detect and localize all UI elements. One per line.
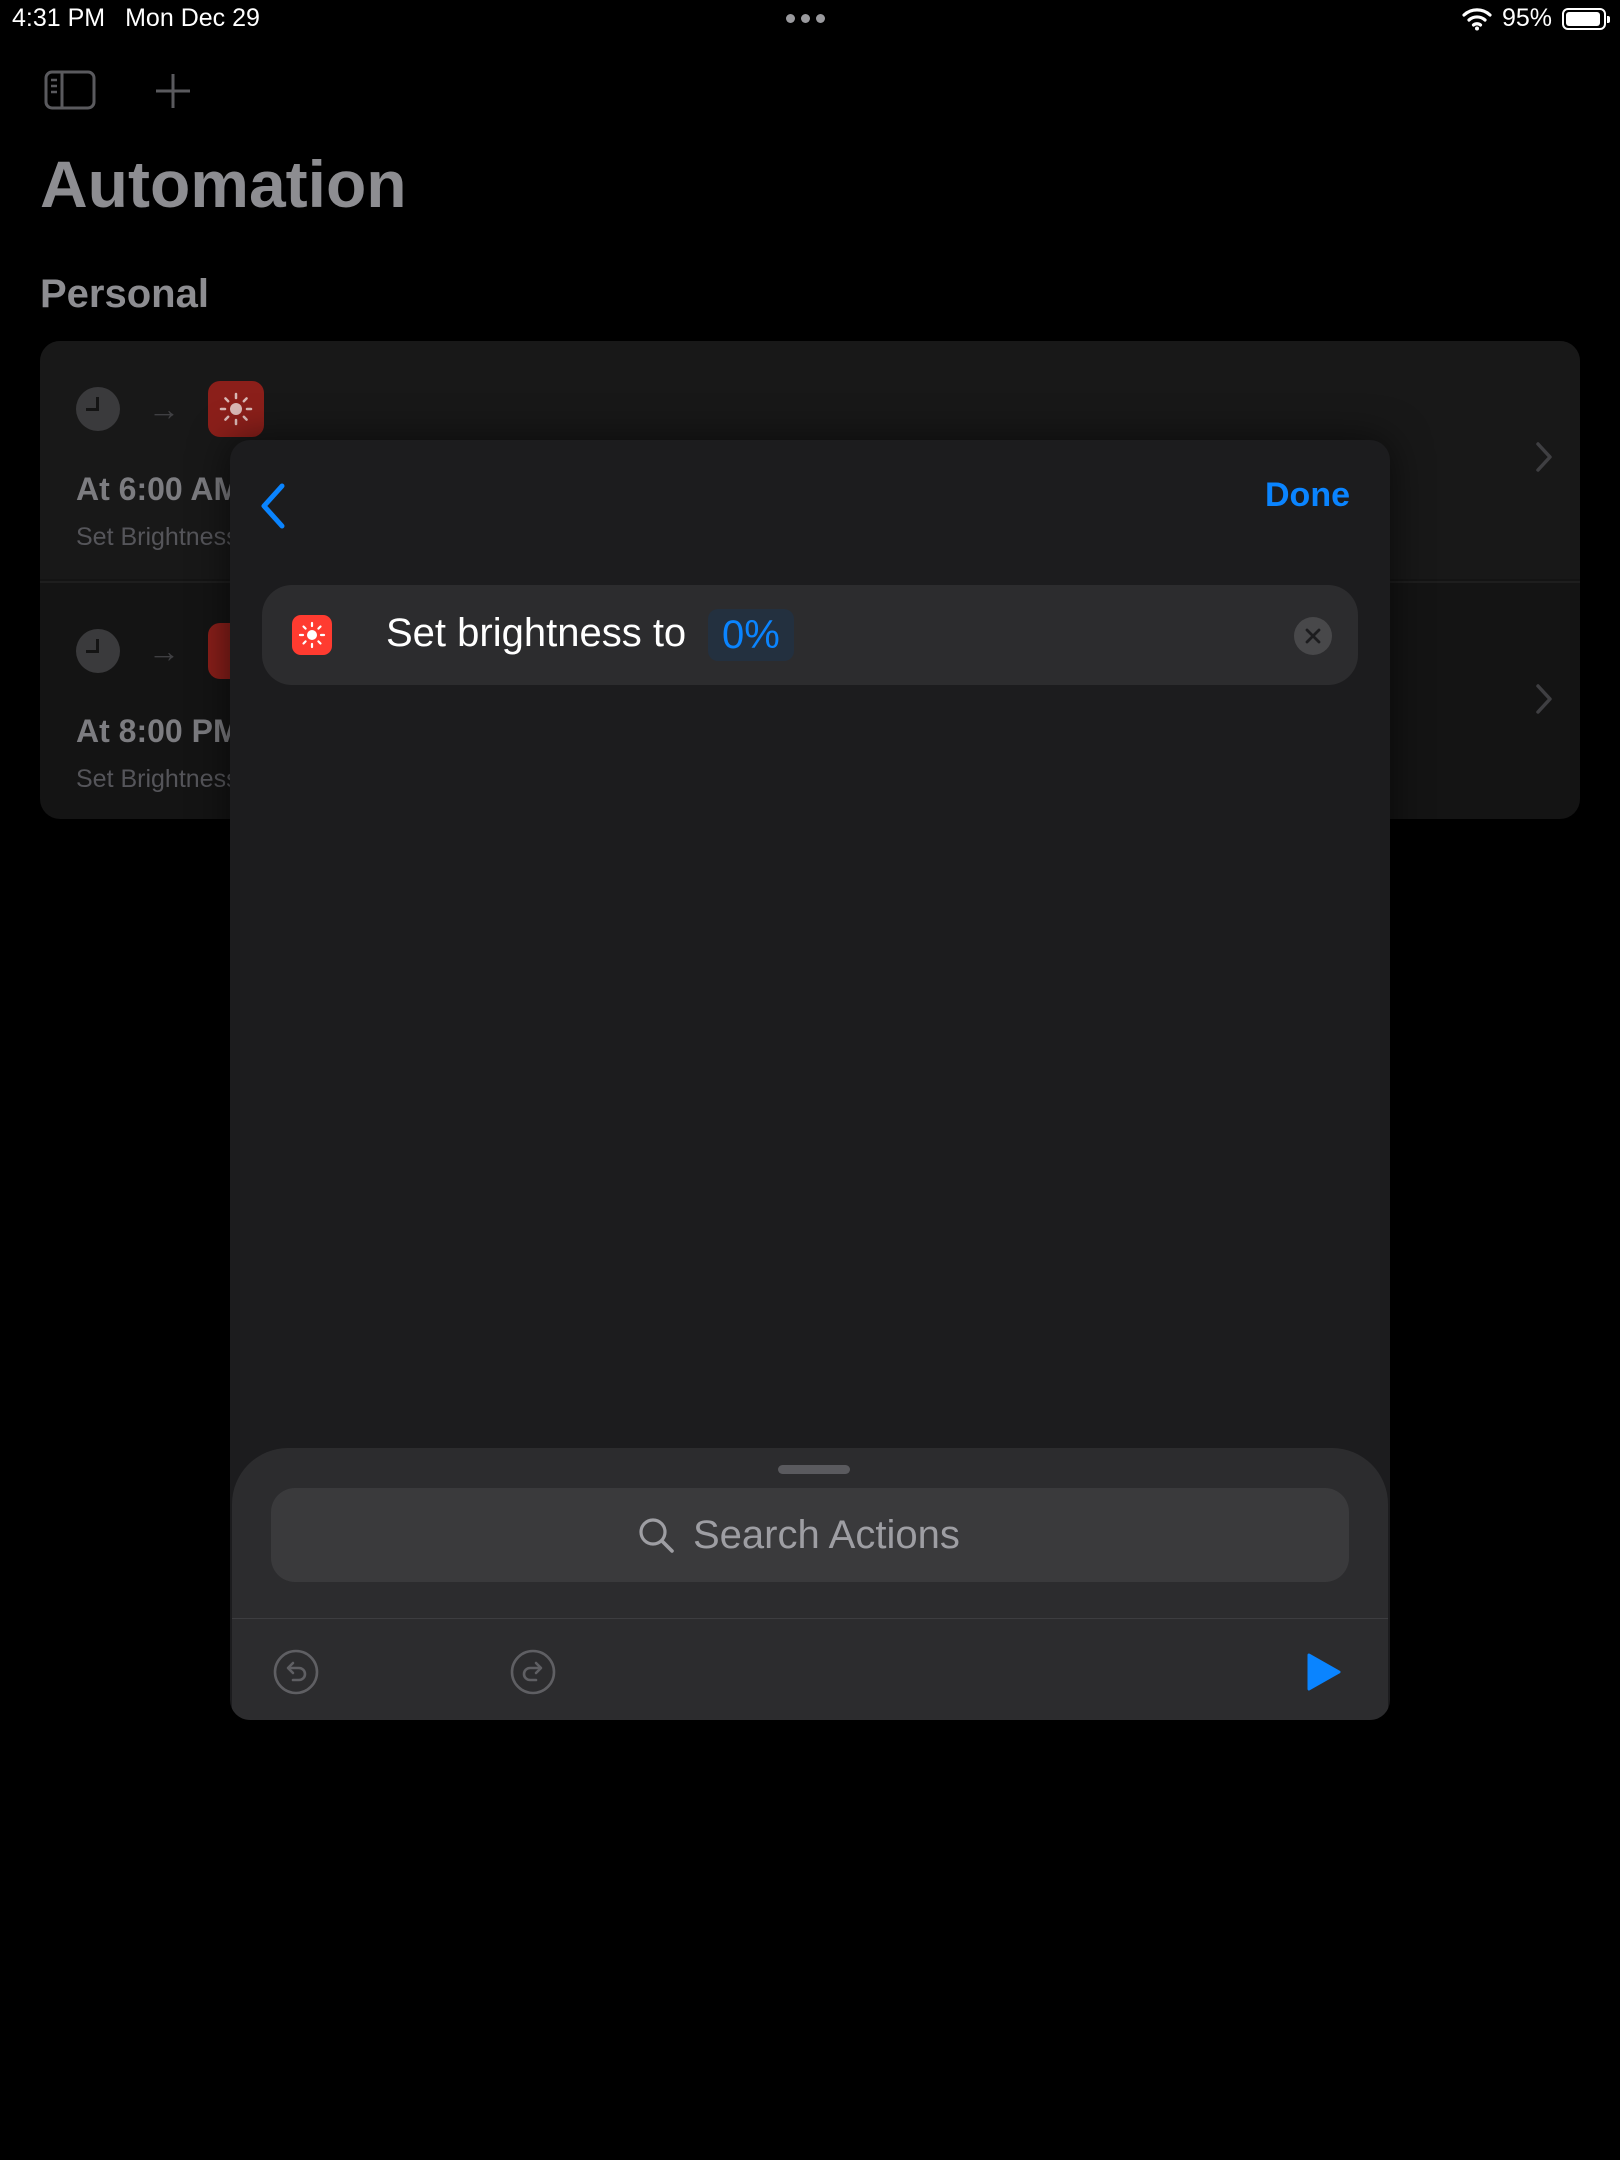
sheet-grabber[interactable] bbox=[778, 1465, 850, 1474]
action-card-set-brightness[interactable]: Set brightness to 0% bbox=[262, 585, 1358, 685]
battery-percent: 95% bbox=[1501, 4, 1552, 32]
search-actions-field[interactable] bbox=[271, 1488, 1349, 1582]
chevron-right-icon bbox=[1536, 684, 1552, 714]
search-icon bbox=[639, 1518, 674, 1553]
arrow-right-icon: → bbox=[148, 390, 180, 427]
wifi-icon bbox=[1462, 7, 1492, 30]
brightness-icon bbox=[208, 381, 264, 437]
shortcut-editor-modal: Done Set brightness to 0% bbox=[230, 440, 1390, 1720]
remove-action-button[interactable] bbox=[1294, 617, 1332, 655]
multitask-dots-icon[interactable] bbox=[786, 14, 825, 23]
brightness-value-token[interactable]: 0% bbox=[708, 609, 794, 661]
automation-subtitle: Set Brightness bbox=[76, 765, 239, 793]
search-actions-input[interactable] bbox=[693, 1512, 983, 1558]
close-icon bbox=[1305, 628, 1321, 644]
status-bar-right: 95% bbox=[1462, 4, 1610, 33]
undo-icon[interactable] bbox=[272, 1648, 320, 1696]
status-time: 4:31 PM bbox=[12, 4, 106, 32]
automation-title: At 8:00 PM bbox=[76, 713, 240, 749]
battery-icon bbox=[1562, 7, 1610, 30]
sidebar-toggle-icon[interactable] bbox=[44, 70, 96, 110]
clock-icon bbox=[76, 629, 120, 673]
page-title: Automation bbox=[40, 147, 407, 221]
divider bbox=[232, 1618, 1388, 1619]
brightness-icon bbox=[292, 615, 332, 655]
section-title: Personal bbox=[40, 272, 209, 316]
back-chevron-icon[interactable] bbox=[252, 476, 292, 536]
arrow-right-icon: → bbox=[148, 632, 180, 669]
redo-icon[interactable] bbox=[509, 1648, 557, 1696]
status-date: Mon Dec 29 bbox=[125, 4, 260, 32]
chevron-right-icon bbox=[1536, 442, 1552, 472]
action-label: Set brightness to bbox=[386, 611, 687, 655]
play-icon[interactable] bbox=[1300, 1650, 1344, 1694]
done-button[interactable]: Done bbox=[1265, 476, 1350, 515]
automation-title: At 6:00 AM bbox=[76, 471, 241, 507]
status-bar-left: 4:31 PM Mon Dec 29 bbox=[12, 4, 260, 33]
automation-subtitle: Set Brightness bbox=[76, 523, 239, 551]
plus-icon[interactable] bbox=[154, 72, 192, 110]
actions-bottom-sheet bbox=[232, 1448, 1388, 1720]
clock-icon bbox=[76, 387, 120, 431]
